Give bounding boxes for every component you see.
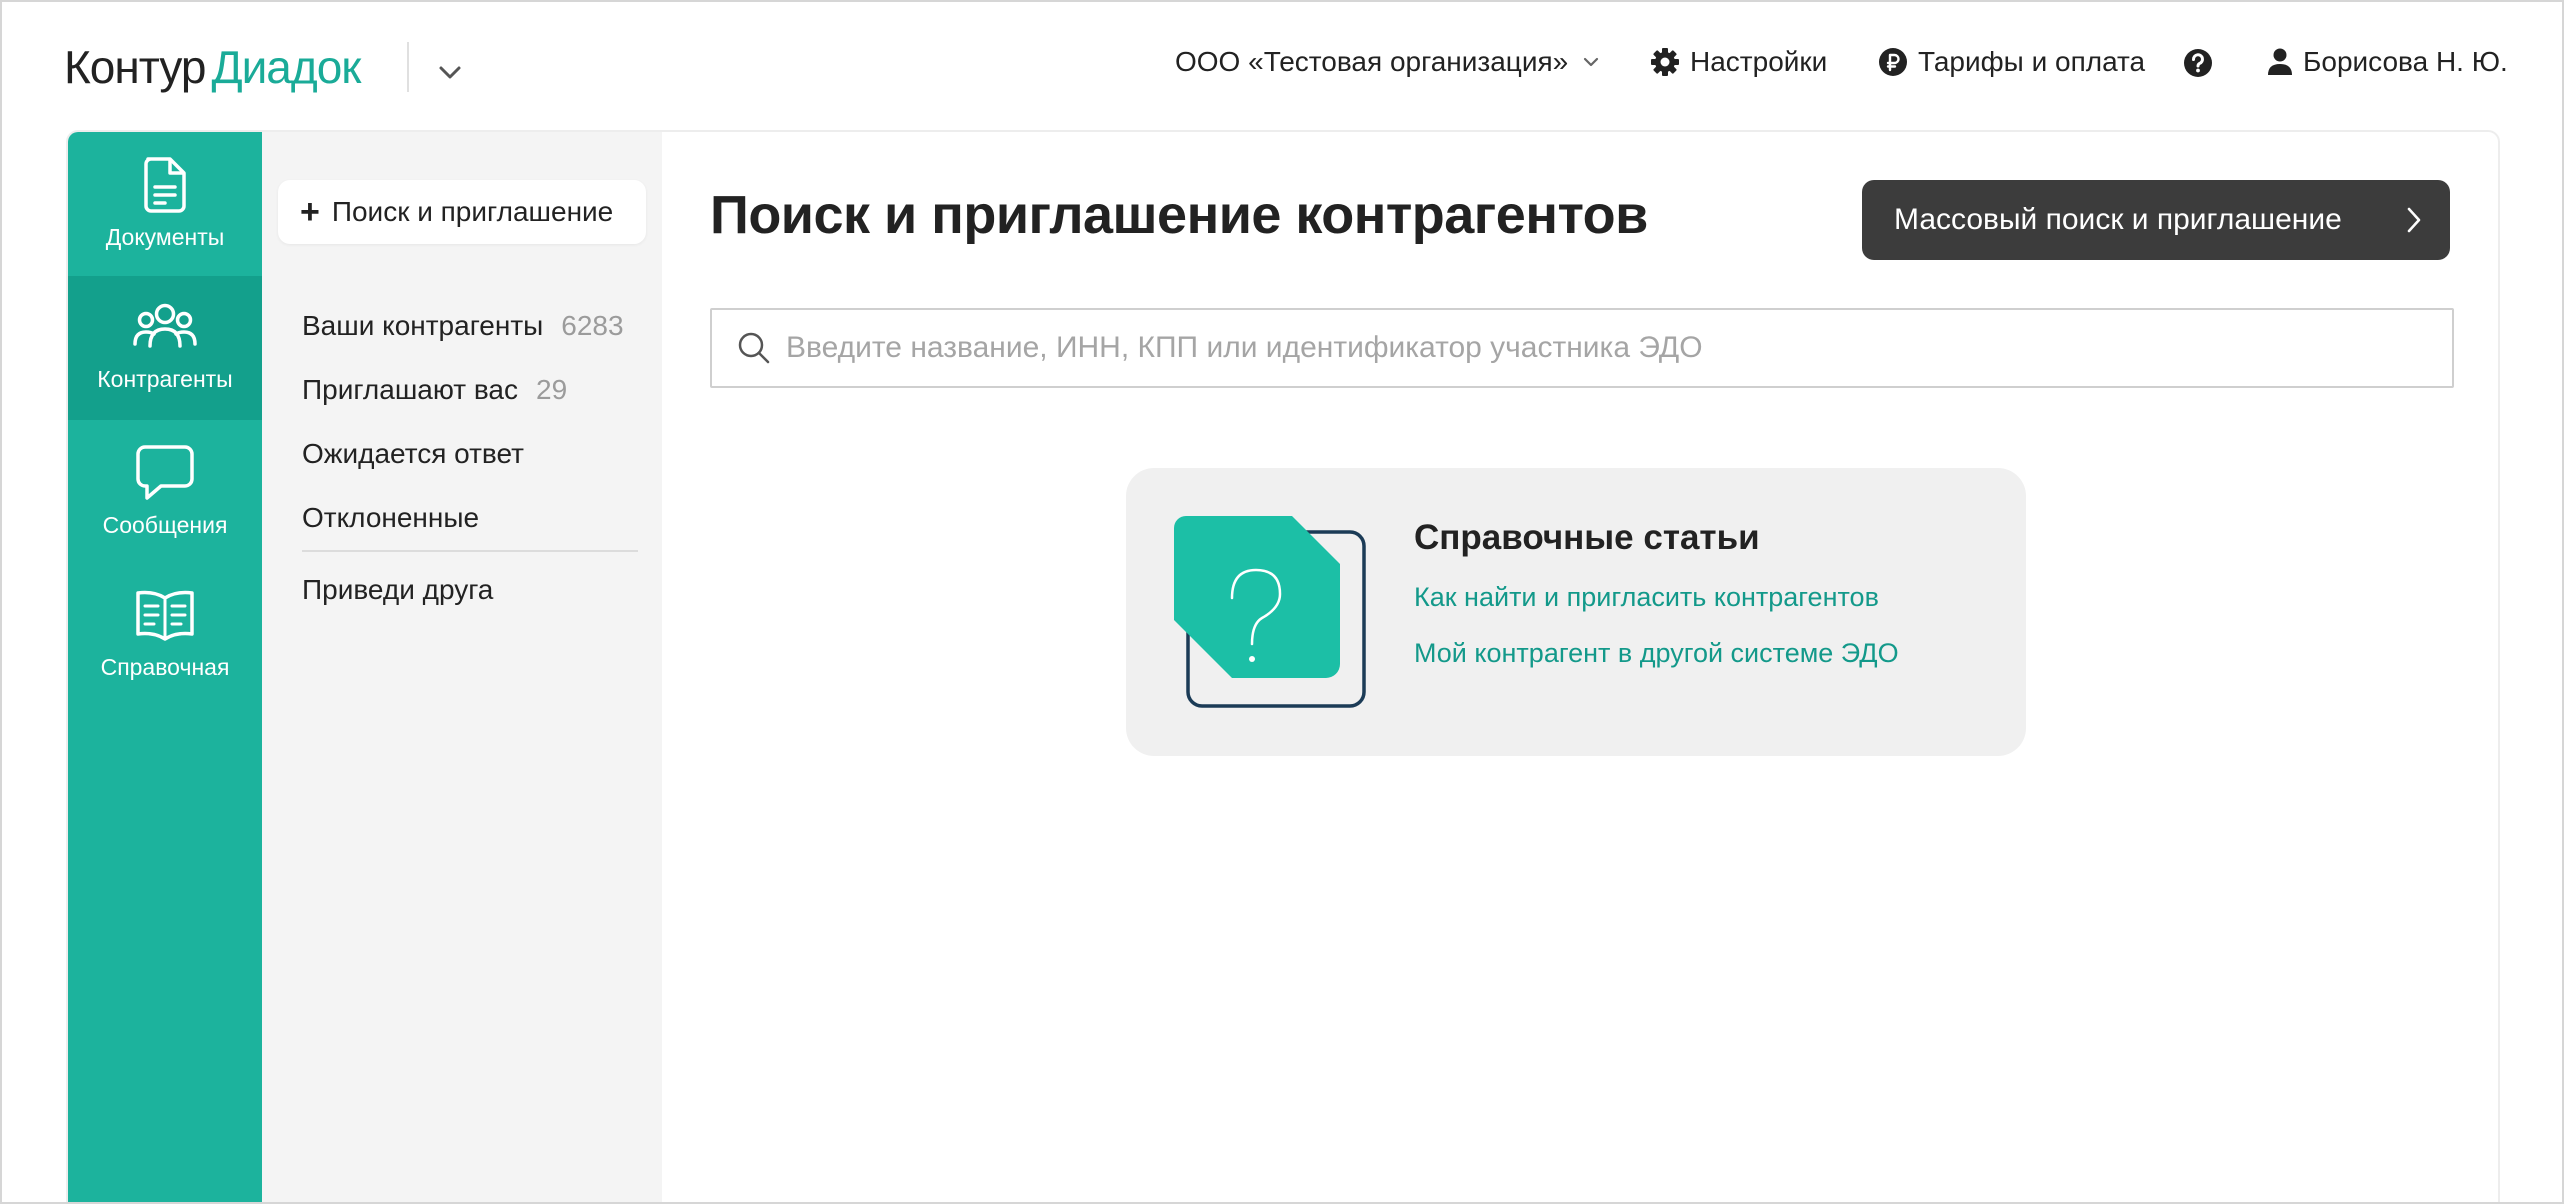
people-icon [133,303,197,348]
settings-link[interactable]: Настройки [1650,46,1827,78]
subnav-item-label: Приглашают вас [302,374,519,405]
help-link-find-invite[interactable]: Как найти и пригласить контрагентов [1414,582,1879,613]
subnav-item-awaiting-response[interactable]: Ожидается ответ [302,438,524,470]
search-invite-button[interactable]: + Поиск и приглашение [278,180,646,244]
nav-item-help[interactable]: Справочная [68,564,262,708]
main-panel: Документы Контрагенты Сообщения Справочн… [66,130,2500,1202]
subnav-item-count: 29 [536,374,568,405]
plus-icon: + [300,193,320,231]
subnav-item-inviting-you[interactable]: Приглашают вас 29 [302,374,567,406]
content-area: Поиск и приглашение контрагентов Массовы… [662,132,2498,1202]
chevron-down-icon[interactable] [432,54,468,90]
chevron-right-icon [2407,207,2421,233]
nav-item-documents[interactable]: Документы [68,132,262,276]
gear-icon [1651,48,1679,76]
document-icon [144,157,186,213]
subnav-item-refer-friend[interactable]: Приведи друга [302,574,493,606]
subnav-item-label: Ожидается ответ [302,438,524,469]
nav-item-messages[interactable]: Сообщения [68,420,262,564]
nav-item-label: Контрагенты [97,366,233,392]
subnav-item-label: Приведи друга [302,574,494,605]
subnav-item-rejected[interactable]: Отклоненные [302,502,479,534]
ruble-icon [1879,48,1907,76]
logo[interactable]: Контур Диадок [64,40,361,94]
search-box[interactable] [710,308,2454,388]
nav-item-label: Справочная [100,654,230,680]
chevron-down-icon [1584,57,1599,67]
top-header: Контур Диадок ООО «Тестовая организация» [2,2,2562,130]
nav-item-label: Документы [105,224,225,250]
subnav: + Поиск и приглашение Ваши контрагенты 62… [262,132,662,1202]
logo-separator [407,42,409,92]
user-menu[interactable]: Борисова Н. Ю. [2267,46,2508,78]
app-window: Контур Диадок ООО «Тестовая организация» [0,0,2564,1204]
question-document-illustration [1174,516,1366,708]
chat-icon [136,445,194,500]
logo-primary: Контур [64,41,206,93]
subnav-item-label: Отклоненные [302,502,480,533]
subnav-item-count: 6283 [561,310,624,341]
user-icon [2268,48,2292,75]
help-link-other-edo[interactable]: Мой контрагент в другой системе ЭДО [1414,638,1899,669]
mass-search-button[interactable]: Массовый поиск и приглашение [1862,180,2450,260]
help-card-title: Справочные статьи [1414,518,1760,557]
subnav-divider [302,550,638,552]
nav-item-label: Сообщения [102,512,228,538]
mass-search-label: Массовый поиск и приглашение [1894,203,2342,236]
tariffs-label: Тарифы и оплата [1918,46,2146,77]
nav-item-counterparties[interactable]: Контрагенты [68,276,262,420]
page-title: Поиск и приглашение контрагентов [710,185,1648,245]
help-button[interactable] [2183,48,2213,78]
logo-secondary: Диадок [211,41,361,93]
main-nav-rail: Документы Контрагенты Сообщения Справочн… [68,132,262,1202]
question-circle-icon [2184,49,2212,77]
subnav-item-your-counterparties[interactable]: Ваши контрагенты 6283 [302,310,624,342]
book-icon [136,590,194,641]
settings-label: Настройки [1690,46,1828,77]
help-articles-card: Справочные статьи Как найти и пригласить… [1126,468,2026,756]
organization-selector[interactable]: ООО «Тестовая организация» [1175,46,1602,78]
organization-name: ООО «Тестовая организация» [1175,46,1569,77]
search-icon [738,332,770,364]
search-invite-label: Поиск и приглашение [331,196,614,227]
user-name: Борисова Н. Ю. [2303,46,2508,77]
tariffs-link[interactable]: Тарифы и оплата [1878,46,2145,78]
subnav-item-label: Ваши контрагенты [302,310,544,341]
search-input[interactable] [786,331,2386,365]
